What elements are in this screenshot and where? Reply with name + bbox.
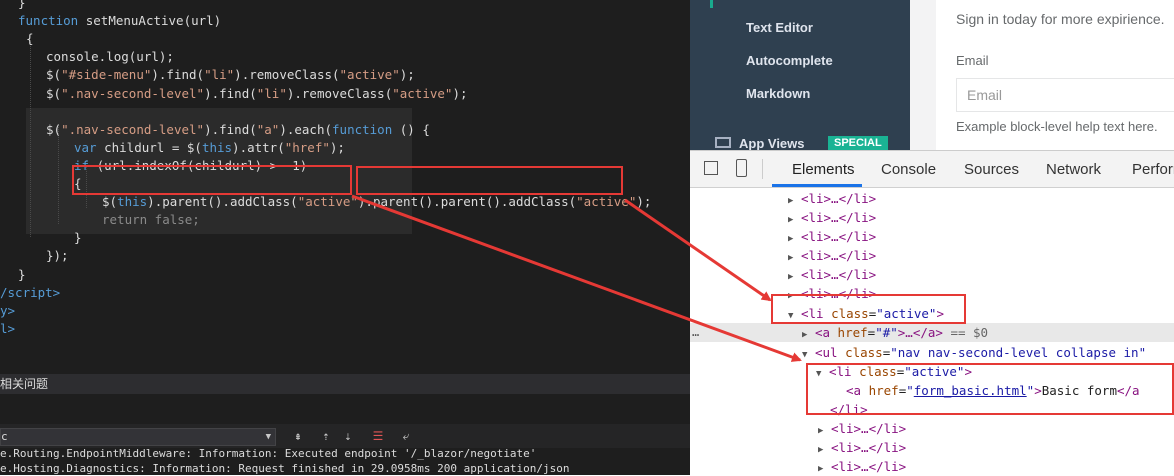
- annotation-arrows: [351, 194, 802, 362]
- arrow-to-li-active: [624, 198, 772, 302]
- arrow-to-inner-li: [351, 194, 802, 362]
